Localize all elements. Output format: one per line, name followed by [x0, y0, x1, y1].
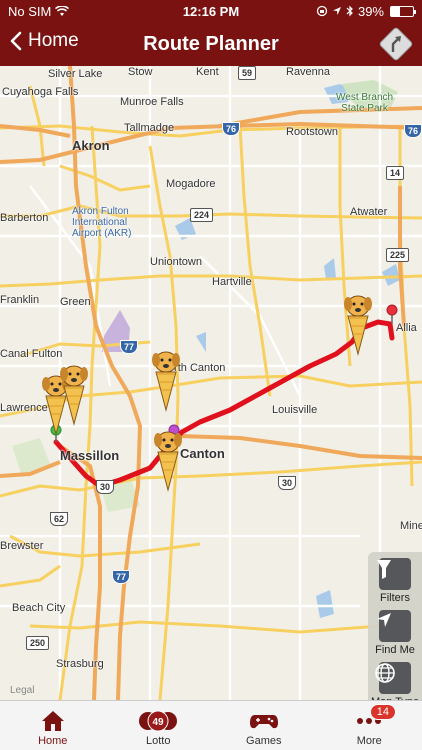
- rotation-lock-icon: [316, 5, 328, 17]
- place-franklin: Franklin: [0, 294, 40, 306]
- location-arrow-icon: [377, 610, 411, 642]
- place-munroe-falls: Munroe Falls: [120, 96, 184, 108]
- back-button[interactable]: Home: [10, 30, 79, 52]
- us-route-shield: 30: [278, 476, 297, 490]
- battery-icon: [390, 5, 416, 17]
- place-louisville: Louisville: [272, 404, 318, 416]
- airport-line1: Akron Fulton: [72, 206, 129, 217]
- place-mogadore: Mogadore: [166, 178, 216, 190]
- directions-icon[interactable]: [378, 26, 414, 62]
- place-uniontown: Uniontown: [150, 256, 202, 268]
- find-me-label: Find Me: [375, 644, 415, 656]
- place-silver-lake: Silver Lake: [48, 68, 103, 80]
- battery-fill: [391, 6, 400, 16]
- mascot-pin-icon[interactable]: [150, 422, 186, 492]
- tab-bar: Home 49 Lotto Games More 14: [0, 700, 422, 750]
- route-shield: 14: [386, 166, 405, 180]
- status-bar: No SIM 12:16 PM 39%: [0, 0, 422, 22]
- place-canton: Canton: [180, 446, 225, 461]
- place-mine: Mine: [400, 520, 422, 532]
- carrier-label: No SIM: [8, 3, 52, 19]
- find-me-button[interactable]: Find Me: [374, 610, 416, 656]
- route-map[interactable]: Silver Lake Stow Kent Ravenna Cuyahoga F…: [0, 66, 422, 700]
- tab-lotto-label: Lotto: [146, 735, 171, 747]
- tab-lotto[interactable]: 49 Lotto: [106, 701, 212, 750]
- status-right: 39%: [316, 3, 416, 19]
- place-barberton: Barberton: [0, 212, 49, 224]
- airport-line3: Airport (AKR): [72, 228, 132, 239]
- tab-home[interactable]: Home: [0, 701, 106, 750]
- battery-percent: 39%: [357, 3, 384, 19]
- place-stow: Stow: [128, 66, 153, 78]
- navigation-bar: Home Route Planner: [0, 22, 422, 66]
- us-route-shield: 62: [50, 512, 69, 526]
- tab-more-label: More: [356, 735, 382, 747]
- place-west-branch: West Branch State Park: [336, 92, 393, 114]
- tab-games[interactable]: Games: [211, 701, 317, 750]
- place-strasburg: Strasburg: [56, 658, 104, 670]
- chevron-left-icon: [10, 31, 22, 51]
- filters-label: Filters: [380, 592, 410, 604]
- tab-games-label: Games: [246, 735, 282, 747]
- bluetooth-icon: [346, 5, 353, 17]
- gamepad-icon: [249, 707, 279, 735]
- place-kent: Kent: [196, 66, 219, 78]
- notification-badge: 14: [369, 704, 396, 720]
- filter-icon: [377, 558, 411, 590]
- park-name-line2: State Park: [341, 103, 388, 114]
- route-shield: 250: [26, 636, 50, 650]
- place-cuyahoga-falls: Cuyahoga Falls: [2, 86, 79, 98]
- place-beach-city: Beach City: [12, 602, 66, 614]
- place-hartville: Hartville: [212, 276, 252, 288]
- lotto-ball-number: 49: [153, 717, 165, 728]
- route-shield: 224: [190, 208, 214, 222]
- place-brewster: Brewster: [0, 540, 44, 552]
- mascot-pin-icon[interactable]: [340, 286, 376, 356]
- tab-home-label: Home: [38, 735, 68, 747]
- us-route-shield: 30: [96, 480, 115, 494]
- status-left: No SIM: [8, 3, 70, 19]
- interstate-shield: 76: [404, 124, 422, 138]
- wifi-icon: [55, 5, 70, 16]
- interstate-shield: 77: [120, 340, 139, 354]
- place-airport: Akron Fulton International Airport (AKR): [72, 206, 131, 239]
- place-alliance: Allia: [396, 322, 417, 334]
- route-shield: 225: [386, 248, 410, 262]
- location-arrow-icon: [332, 7, 341, 15]
- lotto-balls-icon: 49: [138, 707, 178, 735]
- interstate-shield: 77: [112, 570, 131, 584]
- place-rootstown: Rootstown: [286, 126, 338, 138]
- back-label: Home: [28, 30, 79, 51]
- tab-more[interactable]: More 14: [317, 701, 422, 750]
- place-massillon: Massillon: [60, 448, 120, 463]
- mascot-pin-icon[interactable]: [56, 356, 92, 426]
- filters-button[interactable]: Filters: [374, 558, 416, 604]
- place-green: Green: [60, 296, 91, 308]
- map-controls-panel: Filters Find Me Map Type: [368, 552, 422, 700]
- route-shield: 59: [238, 66, 257, 80]
- place-akron: Akron: [72, 138, 110, 153]
- map-type-button[interactable]: Map Type: [371, 662, 419, 700]
- interstate-shield: 76: [222, 122, 241, 136]
- place-tallmadge: Tallmadge: [124, 122, 175, 134]
- park-name-line1: West Branch: [336, 92, 394, 103]
- place-atwater: Atwater: [350, 206, 388, 218]
- globe-icon: [375, 662, 411, 694]
- airport-line2: International: [72, 217, 128, 228]
- mascot-pin-icon[interactable]: [148, 342, 184, 412]
- map-legal-link[interactable]: Legal: [10, 685, 34, 696]
- home-icon: [40, 707, 66, 735]
- place-ravenna: Ravenna: [286, 66, 331, 78]
- place-canal-fulton: Canal Fulton: [0, 348, 63, 360]
